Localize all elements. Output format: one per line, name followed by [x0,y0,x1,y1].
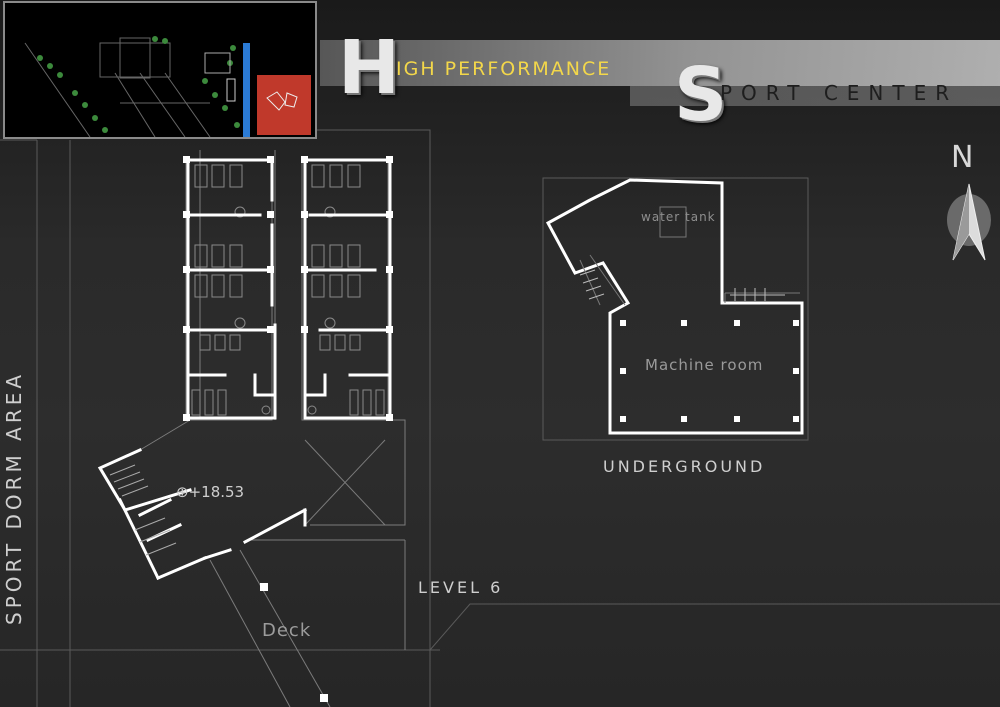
elevation-label: ⊕+18.53 [176,483,244,501]
north-letter: N [951,140,974,175]
title-line-2: PORT CENTER [720,81,959,105]
level-marker-icon: ⊕ [176,483,189,501]
site-river [243,43,250,137]
machine-room-label: Machine room [645,356,764,374]
water-tank-label: water tank [641,210,716,224]
level-6-label: LEVEL 6 [418,578,504,597]
title-line-1: IGH PERFORMANCE [396,58,612,80]
site-plot [257,75,311,135]
underground-label: UNDERGROUND [603,457,766,476]
level-6-floor-plan [97,150,406,707]
elevation-value: +18.53 [188,483,245,501]
side-area-label: SPORT DORM AREA [2,370,26,625]
site-plan-graphic [24,36,311,138]
north-arrow-icon [947,183,991,261]
deck-label: Deck [262,620,312,641]
site-key-plan [3,1,317,139]
title-initial-h: H [338,25,400,111]
drawing-sheet: H IGH PERFORMANCE S PORT CENTER N ⊕+18.5… [0,0,1000,707]
